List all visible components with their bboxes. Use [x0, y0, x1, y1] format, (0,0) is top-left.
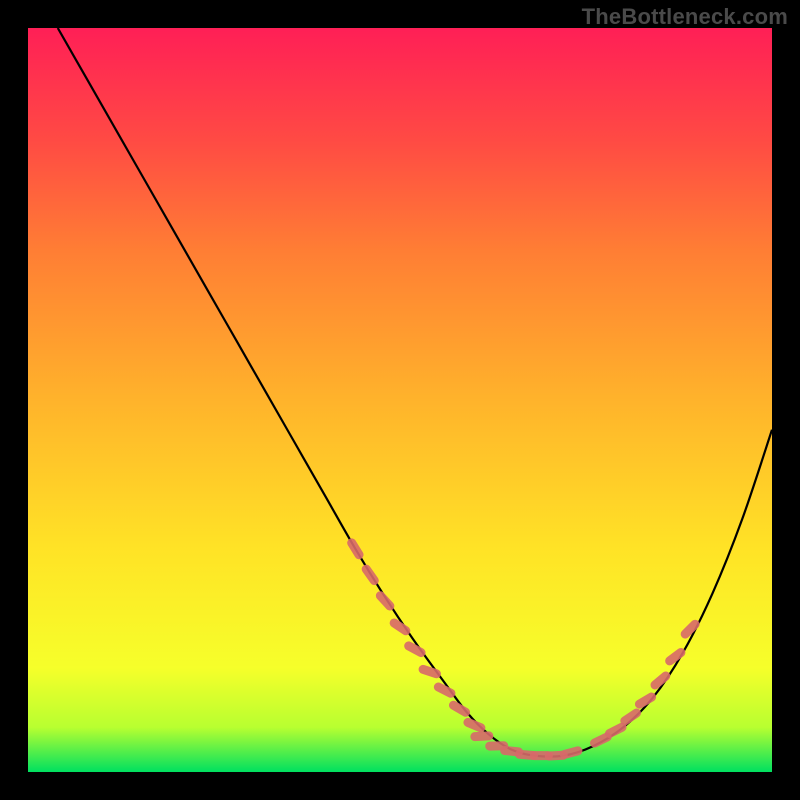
overlay-dash — [423, 669, 436, 673]
overlay-dash — [595, 737, 608, 743]
overlay-dash — [352, 543, 359, 555]
overlay-dash — [409, 646, 421, 653]
overlay-dash — [468, 722, 481, 727]
watermark-text: TheBottleneck.com — [582, 4, 788, 30]
overlay-dash — [438, 687, 451, 693]
chart-frame: TheBottleneck.com — [0, 0, 800, 800]
overlay-dash — [453, 705, 465, 712]
overlay-dash — [639, 697, 651, 704]
chart-svg — [28, 28, 772, 772]
gradient-background — [28, 28, 772, 772]
overlay-dash — [610, 727, 623, 733]
overlay-dash — [564, 751, 578, 755]
plot-area — [28, 28, 772, 772]
overlay-dash — [475, 736, 489, 737]
